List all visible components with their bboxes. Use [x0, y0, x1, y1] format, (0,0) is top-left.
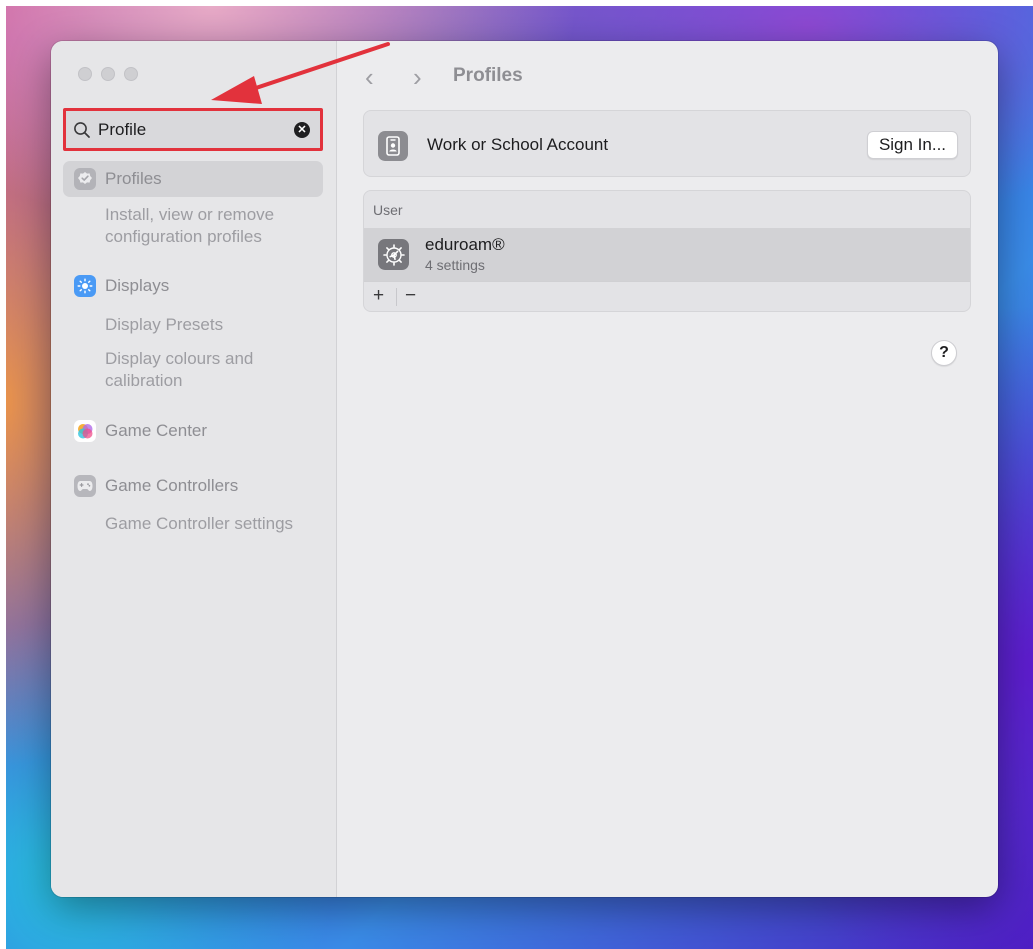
profiles-list: User eduroam® 4 settings + − [363, 190, 971, 312]
close-window-button[interactable] [78, 67, 92, 81]
list-section-header: User [373, 202, 403, 218]
work-account-card: Work or School Account Sign In... [363, 110, 971, 177]
add-profile-button[interactable]: + [373, 285, 384, 307]
sidebar-item-label: Profiles [105, 169, 162, 188]
work-account-label: Work or School Account [427, 135, 609, 154]
zoom-window-button[interactable] [124, 67, 138, 81]
profile-settings-count: 4 settings [425, 257, 485, 273]
id-badge-icon [378, 131, 408, 161]
help-button[interactable]: ? [931, 340, 957, 366]
list-footer: + − [364, 281, 970, 312]
profile-row-eduroam[interactable]: eduroam® 4 settings [364, 228, 970, 281]
window-controls [78, 67, 138, 81]
back-chevron-icon[interactable]: ‹ [365, 62, 374, 93]
sidebar-item-label: Displays [105, 276, 170, 295]
search-field[interactable]: ✕ [63, 108, 323, 151]
forward-chevron-icon[interactable]: › [413, 62, 422, 93]
sidebar-item-game-center[interactable]: Game Center [63, 413, 323, 449]
displays-sun-icon [74, 275, 96, 297]
search-input[interactable] [98, 118, 288, 142]
sign-in-button[interactable]: Sign In... [867, 131, 958, 159]
main-content: ‹ › Profiles Work or School Account Sign… [337, 41, 998, 897]
profile-name: eduroam® [425, 235, 505, 254]
system-settings-window: ✕ Profiles Install, view or remove confi… [51, 41, 998, 897]
clear-search-icon[interactable]: ✕ [294, 122, 310, 138]
minimize-window-button[interactable] [101, 67, 115, 81]
settings-gear-icon [378, 239, 409, 270]
sidebar-item-label: Game Controllers [105, 476, 239, 495]
page-title: Profiles [453, 65, 523, 86]
game-center-icon [74, 420, 96, 442]
sidebar-item-displays[interactable]: Displays [63, 268, 323, 304]
remove-profile-button[interactable]: − [405, 285, 416, 307]
sidebar-item-profiles[interactable]: Profiles [63, 161, 323, 197]
sidebar-subitem-game-controller-settings[interactable]: Game Controller settings [105, 513, 325, 535]
sidebar-item-game-controllers[interactable]: Game Controllers [63, 468, 323, 504]
sidebar: ✕ Profiles Install, view or remove confi… [51, 41, 337, 897]
sidebar-subitem-display-colours[interactable]: Display colours and calibration [105, 348, 325, 392]
gamepad-icon [74, 475, 96, 497]
sidebar-subitem-display-presets[interactable]: Display Presets [105, 314, 325, 336]
sidebar-item-label: Game Center [105, 421, 208, 440]
footer-divider [396, 288, 397, 306]
profiles-badge-icon [74, 168, 96, 190]
sidebar-subitem-profiles[interactable]: Install, view or remove configuration pr… [105, 204, 325, 248]
search-icon [74, 122, 90, 138]
